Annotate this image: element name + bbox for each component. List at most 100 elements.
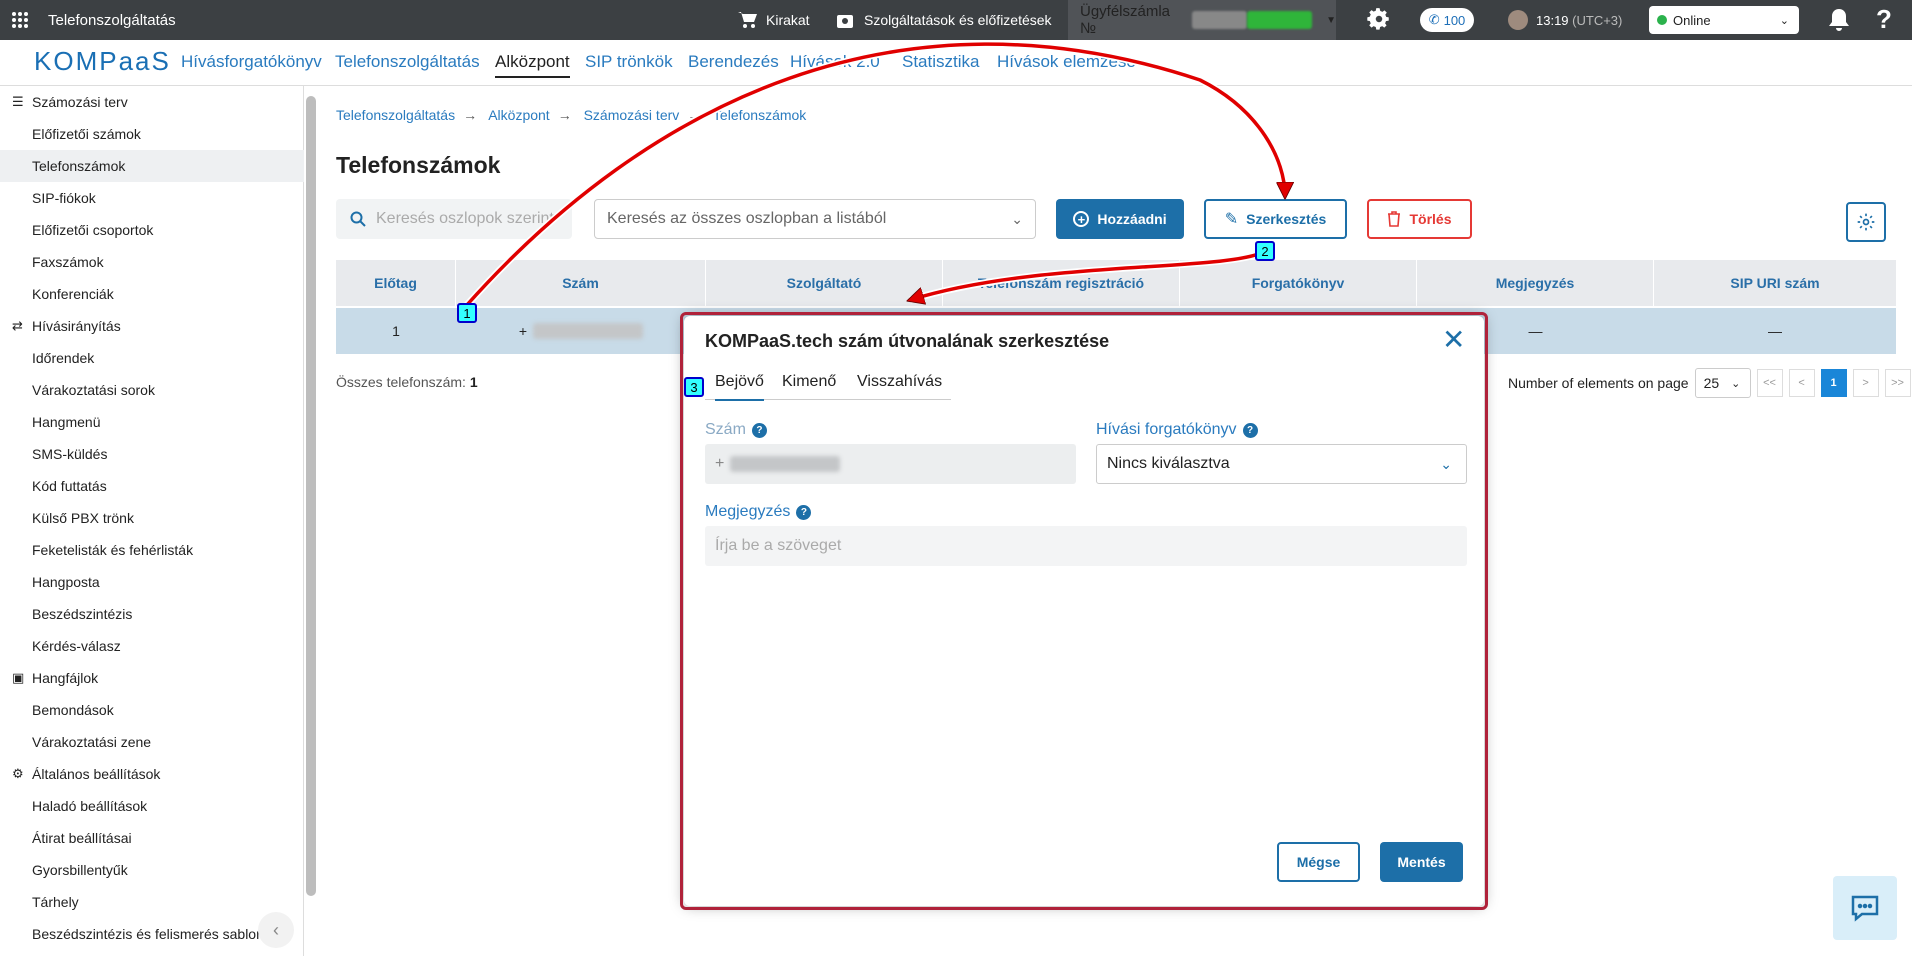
page-button[interactable]: 1 [1820,369,1847,397]
sidebar-group[interactable]: ☰ Számozási terv [0,86,304,118]
cell-number: + [456,308,706,354]
delete-button[interactable]: Törlés [1367,199,1472,239]
settings-icon[interactable] [1366,6,1392,36]
help-icon[interactable]: ? [796,504,812,520]
breadcrumb-item[interactable]: Telefonszámok [713,107,806,123]
column-header[interactable]: Szolgáltató [706,260,943,306]
tab-callback[interactable]: Visszahívás [857,373,942,391]
edit-button[interactable]: ✎ Szerkesztés [1204,199,1347,239]
column-header[interactable]: SIP URI szám [1654,260,1896,306]
annotation-badge: 1 [457,303,477,323]
sidebar-group[interactable]: ▣ Hangfájlok [0,662,304,694]
sidebar-item[interactable]: Bemondások [0,694,304,726]
nav-scenarios[interactable]: Hívásforgatókönyv [181,52,322,72]
prev-page-button[interactable]: < [1788,369,1815,397]
sidebar-item[interactable]: SMS-küldés [0,438,304,470]
chat-widget[interactable] [1833,876,1897,940]
bell-icon[interactable] [1828,8,1850,36]
sidebar-item[interactable]: Beszédszintézis [0,598,304,630]
cancel-button[interactable]: Mégse [1277,842,1360,882]
nav-statistics[interactable]: Statisztika [902,52,979,72]
breadcrumb-item[interactable]: Telefonszolgáltatás [336,107,455,123]
column-header[interactable]: Megjegyzés [1417,260,1654,306]
breadcrumb-item[interactable]: Számozási terv [584,107,680,123]
sidebar-group[interactable]: ⇄ Hívásirányítás [0,310,304,342]
sidebar-item[interactable]: Előfizetői csoportok [0,214,304,246]
annotation-badge: 3 [684,377,704,397]
sidebar-item[interactable]: Konferenciák [0,278,304,310]
nav-telephony[interactable]: Telefonszolgáltatás [335,52,480,72]
sidebar-item-label: Haladó beállítások [32,798,148,814]
column-search-input[interactable]: Keresés oszlopok szerint [336,199,572,239]
column-header[interactable]: Telefonszám regisztráció [943,260,1180,306]
sidebar-item-label: Átirat beállításai [32,830,132,846]
sidebar-item[interactable]: Várakoztatási sorok [0,374,304,406]
user-time[interactable]: 13:19 (UTC+3) [1508,0,1622,40]
account-number-redacted [1192,11,1248,29]
sidebar-item[interactable]: Átirat beállításai [0,822,304,854]
sidebar-item[interactable]: Előfizetői számok [0,118,304,150]
apps-grid-icon[interactable] [0,0,40,40]
clock-time: 13:19 [1536,12,1569,28]
nav-equipment[interactable]: Berendezés [688,52,779,72]
save-button[interactable]: Mentés [1380,842,1463,882]
sidebar-item[interactable]: SIP-fiókok [0,182,304,214]
add-button[interactable]: + Hozzáadni [1056,199,1184,239]
per-page-select[interactable]: 25 ⌄ [1694,368,1751,398]
sidebar-group[interactable]: ⚙ Általános beállítások [0,758,304,790]
arrow-right-icon: → [687,107,702,123]
last-page-button[interactable]: >> [1884,369,1911,397]
shop-link[interactable]: Kirakat [738,0,810,40]
nav-sip-trunks[interactable]: SIP trönkök [585,52,673,72]
help-icon[interactable]: ? [751,422,767,438]
sidebar-item[interactable]: Hangmenü [0,406,304,438]
cell-prefix: 1 [392,323,400,339]
sidebar-item[interactable]: Várakoztatási zene [0,726,304,758]
help-icon[interactable]: ? [1876,4,1892,35]
sidebar-item-label: Számozási terv [32,94,128,110]
total-value: 1 [469,374,478,390]
gear-icon [1857,213,1875,231]
sidebar-item[interactable]: Kérdés-válasz [0,630,304,662]
scenario-select[interactable]: Nincs kiválasztva ⌄ [1096,444,1467,484]
status-select[interactable]: Online ⌄ [1649,6,1799,34]
close-icon[interactable]: ✕ [1442,326,1465,354]
sidebar-item[interactable]: Feketelisták és fehérlisták [0,534,304,566]
account-balance-redacted [1247,11,1313,29]
help-icon[interactable]: ? [1242,422,1258,438]
collapse-sidebar-icon[interactable]: ‹ [258,912,294,948]
breadcrumb-item[interactable]: Alközpont [488,107,549,123]
delete-button-label: Törlés [1409,211,1452,227]
table-settings-button[interactable] [1846,202,1886,242]
sidebar-item[interactable]: Külső PBX trönk [0,502,304,534]
add-button-label: Hozzáadni [1097,211,1167,227]
global-search-placeholder: Keresés az összes oszlopban a listából [607,210,887,227]
tab-outgoing[interactable]: Kimenő [782,373,836,391]
note-textarea[interactable]: Írja be a szöveget [705,526,1467,566]
sidebar-item[interactable]: Haladó beállítások [0,790,304,822]
column-header[interactable]: Előtag [336,260,456,306]
sidebar-item[interactable]: Hangposta [0,566,304,598]
nav-call-analysis[interactable]: Hívások elemzése [997,52,1136,72]
services-icon [837,15,853,28]
calls-counter[interactable]: ✆ 100 [1420,8,1474,32]
nav-pbx[interactable]: Alközpont [495,52,570,78]
sidebar-item[interactable]: Gyorsbillentyűk [0,854,304,886]
services-link[interactable]: Szolgáltatások és előfizetések [836,0,1052,40]
sidebar-item[interactable]: Telefonszámok [0,150,304,182]
first-page-button[interactable]: << [1756,369,1783,397]
sidebar-item[interactable]: Időrendek [0,342,304,374]
sidebar-scrollbar[interactable] [306,96,316,896]
sidebar-item-label: Hangmenü [32,414,101,430]
nav-calls[interactable]: Hívások 2.0 [790,52,880,72]
column-header[interactable]: Forgatókönyv [1180,260,1417,306]
sidebar-item[interactable]: Faxszámok [0,246,304,278]
tab-incoming[interactable]: Bejövő [715,373,764,401]
column-header[interactable]: Szám [456,260,706,306]
next-page-button[interactable]: > [1852,369,1879,397]
sidebar-item[interactable]: Tárhely [0,886,304,918]
global-search-select[interactable]: Keresés az összes oszlopban a listából ⌄ [594,199,1036,239]
number-redacted [730,456,841,472]
sidebar-item[interactable]: Kód futtatás [0,470,304,502]
account-selector[interactable]: Ügyfélszámla № ▼ [1068,0,1336,40]
